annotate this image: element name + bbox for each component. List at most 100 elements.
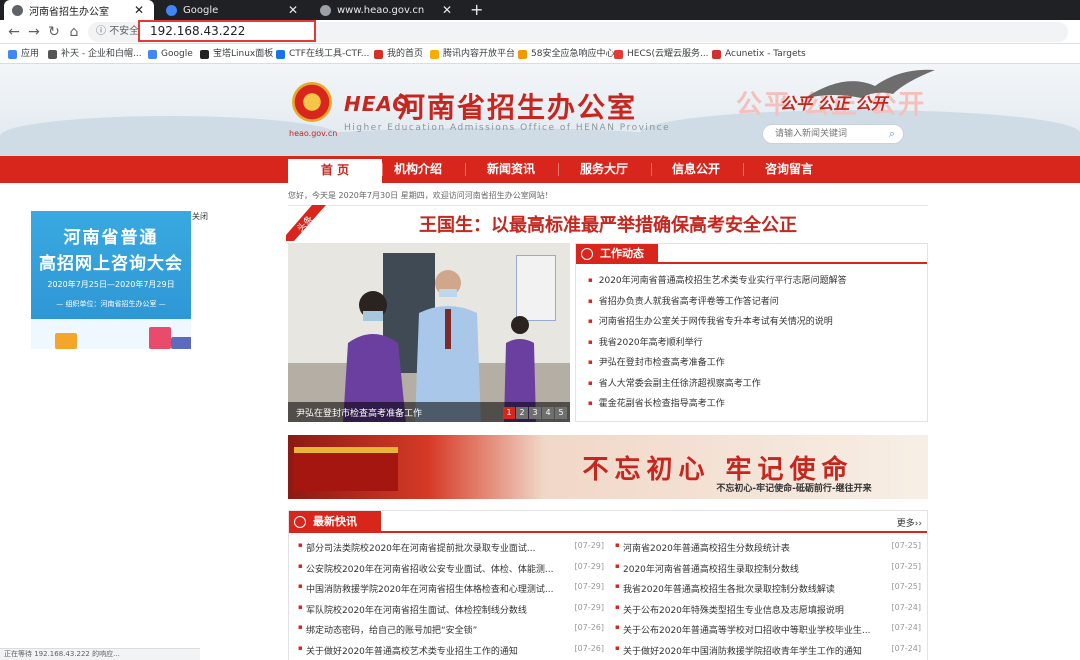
security-label: 不安全: [109, 26, 140, 37]
main-nav: 首 页 机构介绍 新闻资讯 服务大厅 信息公开 咨询留言: [0, 156, 1080, 183]
slider-page-1[interactable]: 1: [503, 407, 515, 419]
bookmark-tencent[interactable]: 腾讯内容开放平台: [430, 44, 515, 64]
tab-heao-gov[interactable]: www.heao.gov.cn ✕: [312, 0, 462, 20]
nav-home[interactable]: 首 页: [288, 159, 382, 183]
bookmark-label: Google: [161, 49, 193, 59]
slider-page-5[interactable]: 5: [555, 407, 567, 419]
news-title: 中国消防救援学院2020年在河南省招生体格检查和心理测试...: [306, 585, 554, 595]
google-icon: [148, 49, 157, 59]
latest-news-right-list: 河南省2020年普通高校招生分数段统计表 [07-25] 2020年河南省普通高校…: [615, 541, 921, 660]
nav-consultation[interactable]: 咨询留言: [742, 156, 836, 183]
ad-close-button[interactable]: 关闭: [192, 211, 208, 222]
news-date: [07-24]: [891, 623, 922, 632]
news-search: ⌕: [762, 124, 904, 144]
list-item[interactable]: 我省2020年高考顺利举行: [588, 335, 847, 356]
photo-person-official: [415, 270, 481, 422]
list-item[interactable]: 绑定动态密码，给自己的账号加把“安全锁” [07-26]: [298, 623, 604, 644]
close-tab-icon[interactable]: ✕: [440, 3, 454, 17]
list-item[interactable]: 关于公布2020年普通高等学校对口招收中等职业学校毕业生... [07-24]: [615, 623, 921, 644]
more-link[interactable]: 更多››: [897, 516, 922, 529]
reload-icon[interactable]: ↻: [44, 22, 64, 42]
globe-icon: [12, 4, 23, 16]
news-date: [07-29]: [574, 602, 605, 612]
bookmark-bt-panel[interactable]: 宝塔Linux面板: [200, 44, 273, 64]
home-icon[interactable]: ⌂: [64, 22, 84, 42]
nav-info-disclosure[interactable]: 信息公开: [649, 156, 743, 183]
bookmark-ctf-tool[interactable]: CTF在线工具-CTF...: [276, 44, 369, 64]
list-item[interactable]: 公安院校2020年在河南省招收公安专业面试、体检、体能测... [07-29]: [298, 562, 604, 583]
clock-icon: [581, 248, 593, 260]
nav-organization[interactable]: 机构介绍: [371, 156, 465, 183]
slider-page-2[interactable]: 2: [516, 407, 528, 419]
new-tab-button[interactable]: +: [470, 0, 483, 20]
list-item[interactable]: 关于做好2020年普通高校艺术类专业招生工作的通知 [07-26]: [298, 644, 604, 660]
site-name[interactable]: 河南省招生办公室: [397, 86, 637, 126]
bookmark-acunetix[interactable]: Acunetix - Targets: [712, 44, 806, 64]
list-item[interactable]: 中国消防救援学院2020年在河南省招生体格检查和心理测试... [07-29]: [298, 582, 604, 603]
list-item[interactable]: 省招办负责人就我省高考评卷等工作答记者问: [588, 294, 847, 315]
slider-caption[interactable]: 尹弘在登封市检查高考准备工作: [296, 406, 422, 419]
bookmark-src58[interactable]: 58安全应急响应中心: [518, 44, 614, 64]
news-title: 河南省2020年普通高校招生分数段统计表: [623, 544, 790, 554]
url-text[interactable]: 192.168.43.222: [138, 20, 316, 42]
bookmark-huawei-hecs[interactable]: HECS(云耀云服务...: [614, 44, 709, 64]
news-date: [07-29]: [574, 541, 605, 550]
latest-news-tab[interactable]: 最新快讯: [289, 511, 381, 533]
nav-news[interactable]: 新闻资讯: [464, 156, 558, 183]
bookmark-label: Acunetix - Targets: [725, 49, 806, 59]
ad-title-line1: 河南省普通: [63, 228, 159, 248]
address-bar[interactable]: ⓘ 不安全 192.168.43.222: [88, 20, 1068, 42]
search-icon[interactable]: ⌕: [889, 127, 895, 141]
close-tab-icon[interactable]: ✕: [132, 3, 146, 17]
news-date: [07-26]: [574, 623, 605, 632]
close-tab-icon[interactable]: ✕: [286, 3, 300, 17]
promo-banner[interactable]: 不忘初心 牢记使命 不忘初心-牢记使命-砥砺前行-继往开来: [288, 435, 928, 499]
tab-heao-home[interactable]: 河南省招生办公室 ✕: [4, 0, 154, 20]
news-title: 公安院校2020年在河南省招收公安专业面试、体检、体能测...: [306, 564, 554, 575]
bookmark-apps[interactable]: 应用: [8, 44, 39, 64]
list-item[interactable]: 霍金花副省长检查指导高考工作: [588, 396, 847, 417]
list-item[interactable]: 河南省招生办公室关于网传我省专升本考试有关情况的说明: [588, 314, 847, 335]
tab-title: 河南省招生办公室: [29, 6, 109, 18]
butian-icon: [48, 49, 57, 59]
tab-title: Google: [183, 4, 219, 16]
news-date: [07-25]: [891, 541, 922, 550]
latest-news-left-list: 部分司法类院校2020年在河南省提前批次录取专业面试... [07-29] 公安院…: [298, 541, 604, 660]
bookmark-butian[interactable]: 补天 - 企业和白帽...: [48, 44, 142, 64]
slider-page-4[interactable]: 4: [542, 407, 554, 419]
bookmark-google[interactable]: Google: [148, 44, 193, 64]
forward-arrow-icon[interactable]: →: [24, 22, 44, 42]
tencent-icon: [430, 49, 439, 59]
nav-services[interactable]: 服务大厅: [557, 156, 651, 183]
list-item[interactable]: 省人大常委会副主任徐济超视察高考工作: [588, 376, 847, 397]
list-item[interactable]: 河南省2020年普通高校招生分数段统计表 [07-25]: [615, 541, 921, 562]
acunetix-icon: [712, 49, 721, 59]
list-item[interactable]: 关于做好2020年中国消防救援学院招收青年学生工作的通知 [07-24]: [615, 644, 921, 660]
photo-slider[interactable]: 尹弘在登封市检查高考准备工作 1 2 3 4 5: [288, 243, 570, 422]
list-item[interactable]: 2020年河南省普通高校招生录取控制分数线 [07-25]: [615, 562, 921, 583]
welcome-notice: 您好，今天是 2020年7月30日 星期四，欢迎访问河南省招生办公室网站！: [288, 191, 553, 200]
news-title: 我省2020年普通高校招生各批次录取控制分数线解读: [623, 585, 835, 595]
back-arrow-icon[interactable]: ←: [4, 22, 24, 42]
consultation-ad[interactable]: 河南省普通 高招网上咨询大会 2020年7月25日—2020年7月29日 — 组…: [31, 211, 191, 349]
tab-google[interactable]: Google ✕: [158, 0, 308, 20]
bookmark-homepage[interactable]: 我的首页: [374, 44, 423, 64]
homepage-icon: [374, 49, 383, 59]
list-item[interactable]: 关于公布2020年特殊类型招生专业信息及志愿填报说明 [07-24]: [615, 603, 921, 624]
globe-icon: [320, 4, 331, 16]
book-icon: [171, 337, 191, 349]
work-news-tab[interactable]: 工作动态: [576, 244, 658, 264]
list-item[interactable]: 部分司法类院校2020年在河南省提前批次录取专业面试... [07-29]: [298, 541, 604, 562]
headline-title[interactable]: 王国生：以最高标准最严举措确保高考安全公正: [288, 211, 928, 237]
news-date: [07-24]: [891, 643, 922, 653]
news-date: [07-25]: [891, 561, 922, 571]
slider-page-3[interactable]: 3: [529, 407, 541, 419]
news-search-input[interactable]: [763, 125, 875, 143]
slider-pagination: 1 2 3 4 5: [503, 407, 567, 419]
security-indicator[interactable]: ⓘ 不安全: [96, 22, 139, 42]
list-item[interactable]: 军队院校2020年在河南省招生面试、体检控制线分数线 [07-29]: [298, 603, 604, 624]
latest-news-header: 最新快讯 更多››: [289, 511, 927, 533]
list-item[interactable]: 2020年河南省普通高校招生艺术类专业实行平行志愿问题解答: [588, 273, 847, 294]
list-item[interactable]: 我省2020年普通高校招生各批次录取控制分数线解读 [07-25]: [615, 582, 921, 603]
list-item[interactable]: 尹弘在登封市检查高考准备工作: [588, 355, 847, 376]
